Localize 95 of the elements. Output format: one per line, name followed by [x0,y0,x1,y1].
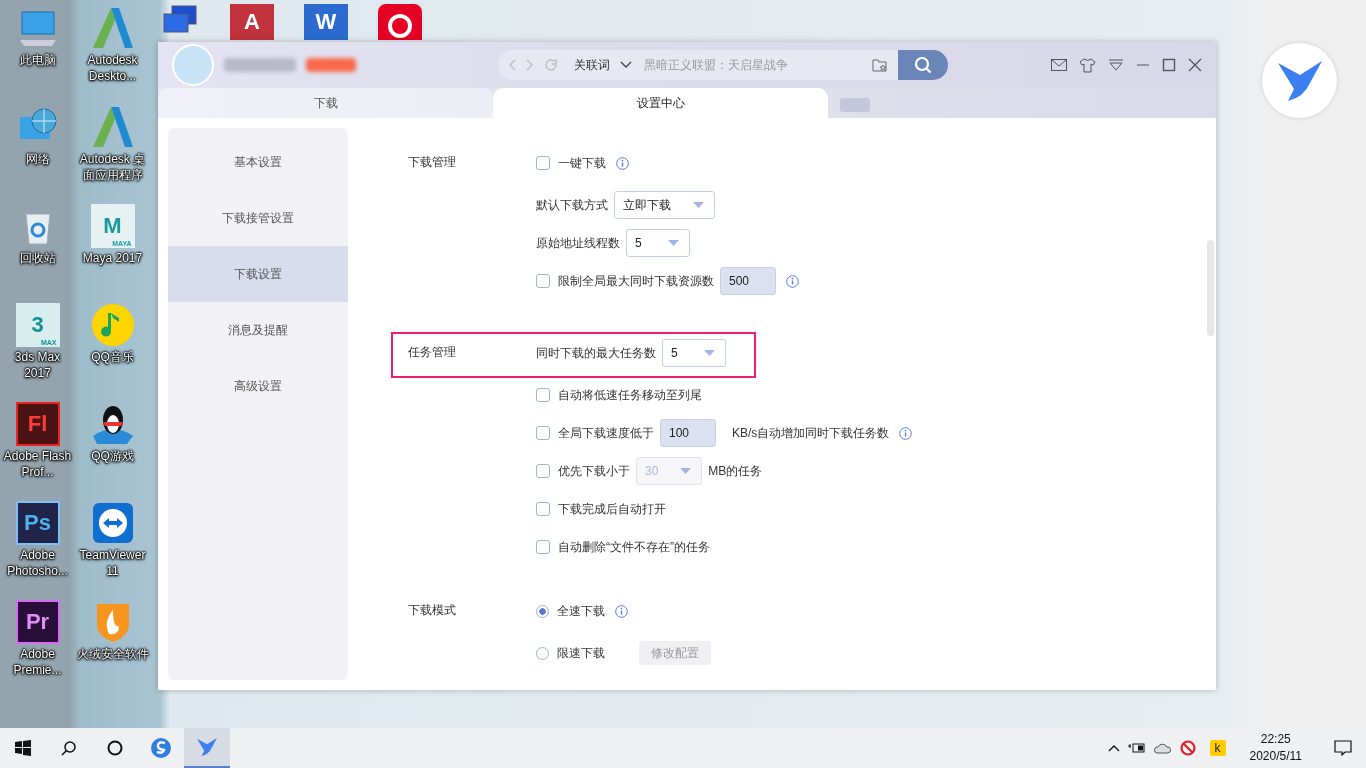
field-label: 原始地址线程数 [536,234,620,252]
app-logo-icon[interactable]: Pr [15,600,60,644]
option-label: 一键下载 [558,154,606,172]
desktop-icon-label: 3ds Max 2017 [13,349,62,381]
radio-button[interactable] [536,646,549,660]
bookmark-icon[interactable] [872,57,888,73]
triangle-logo-icon[interactable] [90,6,135,50]
app-logo-icon[interactable]: Ps [15,501,60,545]
desktop-icon-label: Adobe Premie... [12,646,63,678]
desktop-icon-label: 此电脑 [18,52,57,68]
option-label: 全速下载 [557,602,605,620]
desktop-icon-label: Maya 2017 [81,250,144,266]
option-label: 下载完成后自动打开 [558,500,666,518]
bird-logo-icon[interactable] [1262,43,1337,118]
search-icon [914,56,932,74]
sidebar-item[interactable]: 下载接管设置 [168,190,348,246]
bird-logo-icon [196,737,218,757]
caret-icon [668,240,679,246]
caret-icon [704,350,715,356]
maximize-icon[interactable] [1162,58,1176,72]
option-label: KB/s自动增加同时下载任务数 [732,424,890,442]
number-field[interactable]: 500 [720,267,776,295]
option-label: 优先下载小于 [558,462,630,480]
sidebar-item[interactable]: 高级设置 [168,358,348,414]
option-label: 自动删除“文件不存在”的任务 [558,538,710,556]
search-field[interactable]: 关联词 黑暗正义联盟：天启星战争 [498,50,898,80]
chevron-down-icon[interactable] [620,61,632,69]
shirt-icon[interactable] [1079,57,1096,73]
field-label: 默认下载方式 [536,196,608,214]
blurred-username [224,58,296,72]
info-icon[interactable] [615,604,628,618]
section-title: 下载模式 [407,602,457,619]
option-label: MB的任务 [708,462,763,480]
ring-icon [107,740,123,756]
info-icon[interactable] [899,426,913,440]
desktop-icon-label: QQ游戏 [90,448,135,464]
desktop-icon-label: Autodesk Deskto... [86,52,139,84]
sidebar-item[interactable]: 基本设置 [168,134,348,190]
mail-icon[interactable] [1051,59,1067,71]
desktop-icon-label: QQ音乐 [90,349,135,365]
s-logo-icon [150,737,172,759]
desktop-icon-label: 网络 [24,151,51,167]
option-label: 全局下载速度低于 [558,424,654,442]
prohibited-icon[interactable] [1179,740,1196,756]
triangle-logo-icon[interactable] [90,105,135,149]
app-tray-icon[interactable]: k [1209,740,1226,756]
checkbox[interactable] [536,540,550,554]
desktop-icon-label: 火绒安全软件 [75,646,150,662]
sidebar-item[interactable]: 下载设置 [168,246,348,302]
number-field[interactable]: 100 [660,419,716,447]
taskbar-app[interactable] [184,728,230,768]
tab[interactable]: 设置中心 [493,88,828,118]
app-logo-icon[interactable]: A [230,4,274,40]
close-icon[interactable] [1188,58,1202,72]
music-note-icon[interactable] [90,303,135,347]
checkbox[interactable] [536,388,550,402]
blurred-badge [306,58,356,72]
windows-logo-icon [15,740,31,756]
checkbox[interactable] [536,426,550,440]
desktop-icon-label: TeamViewer 11 [78,547,147,579]
sidebar-item[interactable]: 消息及提醒 [168,302,348,358]
chevron-up-icon[interactable] [1107,744,1120,752]
desktop-icon-label: Adobe Photosho... [6,547,69,579]
dropdown[interactable]: 5 [626,229,690,257]
radio-button[interactable] [536,604,549,618]
caret-icon [680,468,692,474]
checkbox[interactable] [536,502,550,516]
info-icon[interactable] [616,156,629,170]
option-label: 限制全局最大同时下载资源数 [558,272,714,290]
desktop-icon-label: Autodesk 桌面应用程序 [78,151,147,183]
desktop-icon-label: 回收站 [18,250,57,266]
tab[interactable]: 下载 [158,88,493,118]
app-logo-icon[interactable]: Fl [15,402,60,446]
cloud-icon[interactable] [1153,742,1172,754]
option-label: 限速下载 [557,644,605,662]
search-button[interactable] [898,50,948,80]
battery-icon[interactable] [1127,742,1146,754]
search-icon [61,740,77,756]
dropdown[interactable]: 5 [662,339,726,367]
section-title: 下载管理 [407,154,457,171]
clock[interactable]: 22:25 2020/5/11 [1239,731,1312,765]
option-label: 自动将低速任务移动至列尾 [558,386,702,404]
checkbox[interactable] [536,156,550,170]
caret-icon [693,202,704,208]
checkbox[interactable] [536,274,550,288]
desktop-icon-label: Adobe Flash Prof... [2,448,73,480]
speech-bubble-icon [1334,740,1352,756]
dropdown[interactable]: 立即下载 [614,191,715,219]
info-icon[interactable] [786,274,799,288]
field-label: 同时下载的最大任务数 [536,344,656,362]
scrollbar[interactable] [1207,240,1214,336]
app-logo-icon[interactable]: W [304,4,348,40]
menu-icon[interactable] [1108,59,1124,71]
scope-label[interactable]: 关联词 [574,56,610,74]
section-title: 任务管理 [407,344,457,361]
